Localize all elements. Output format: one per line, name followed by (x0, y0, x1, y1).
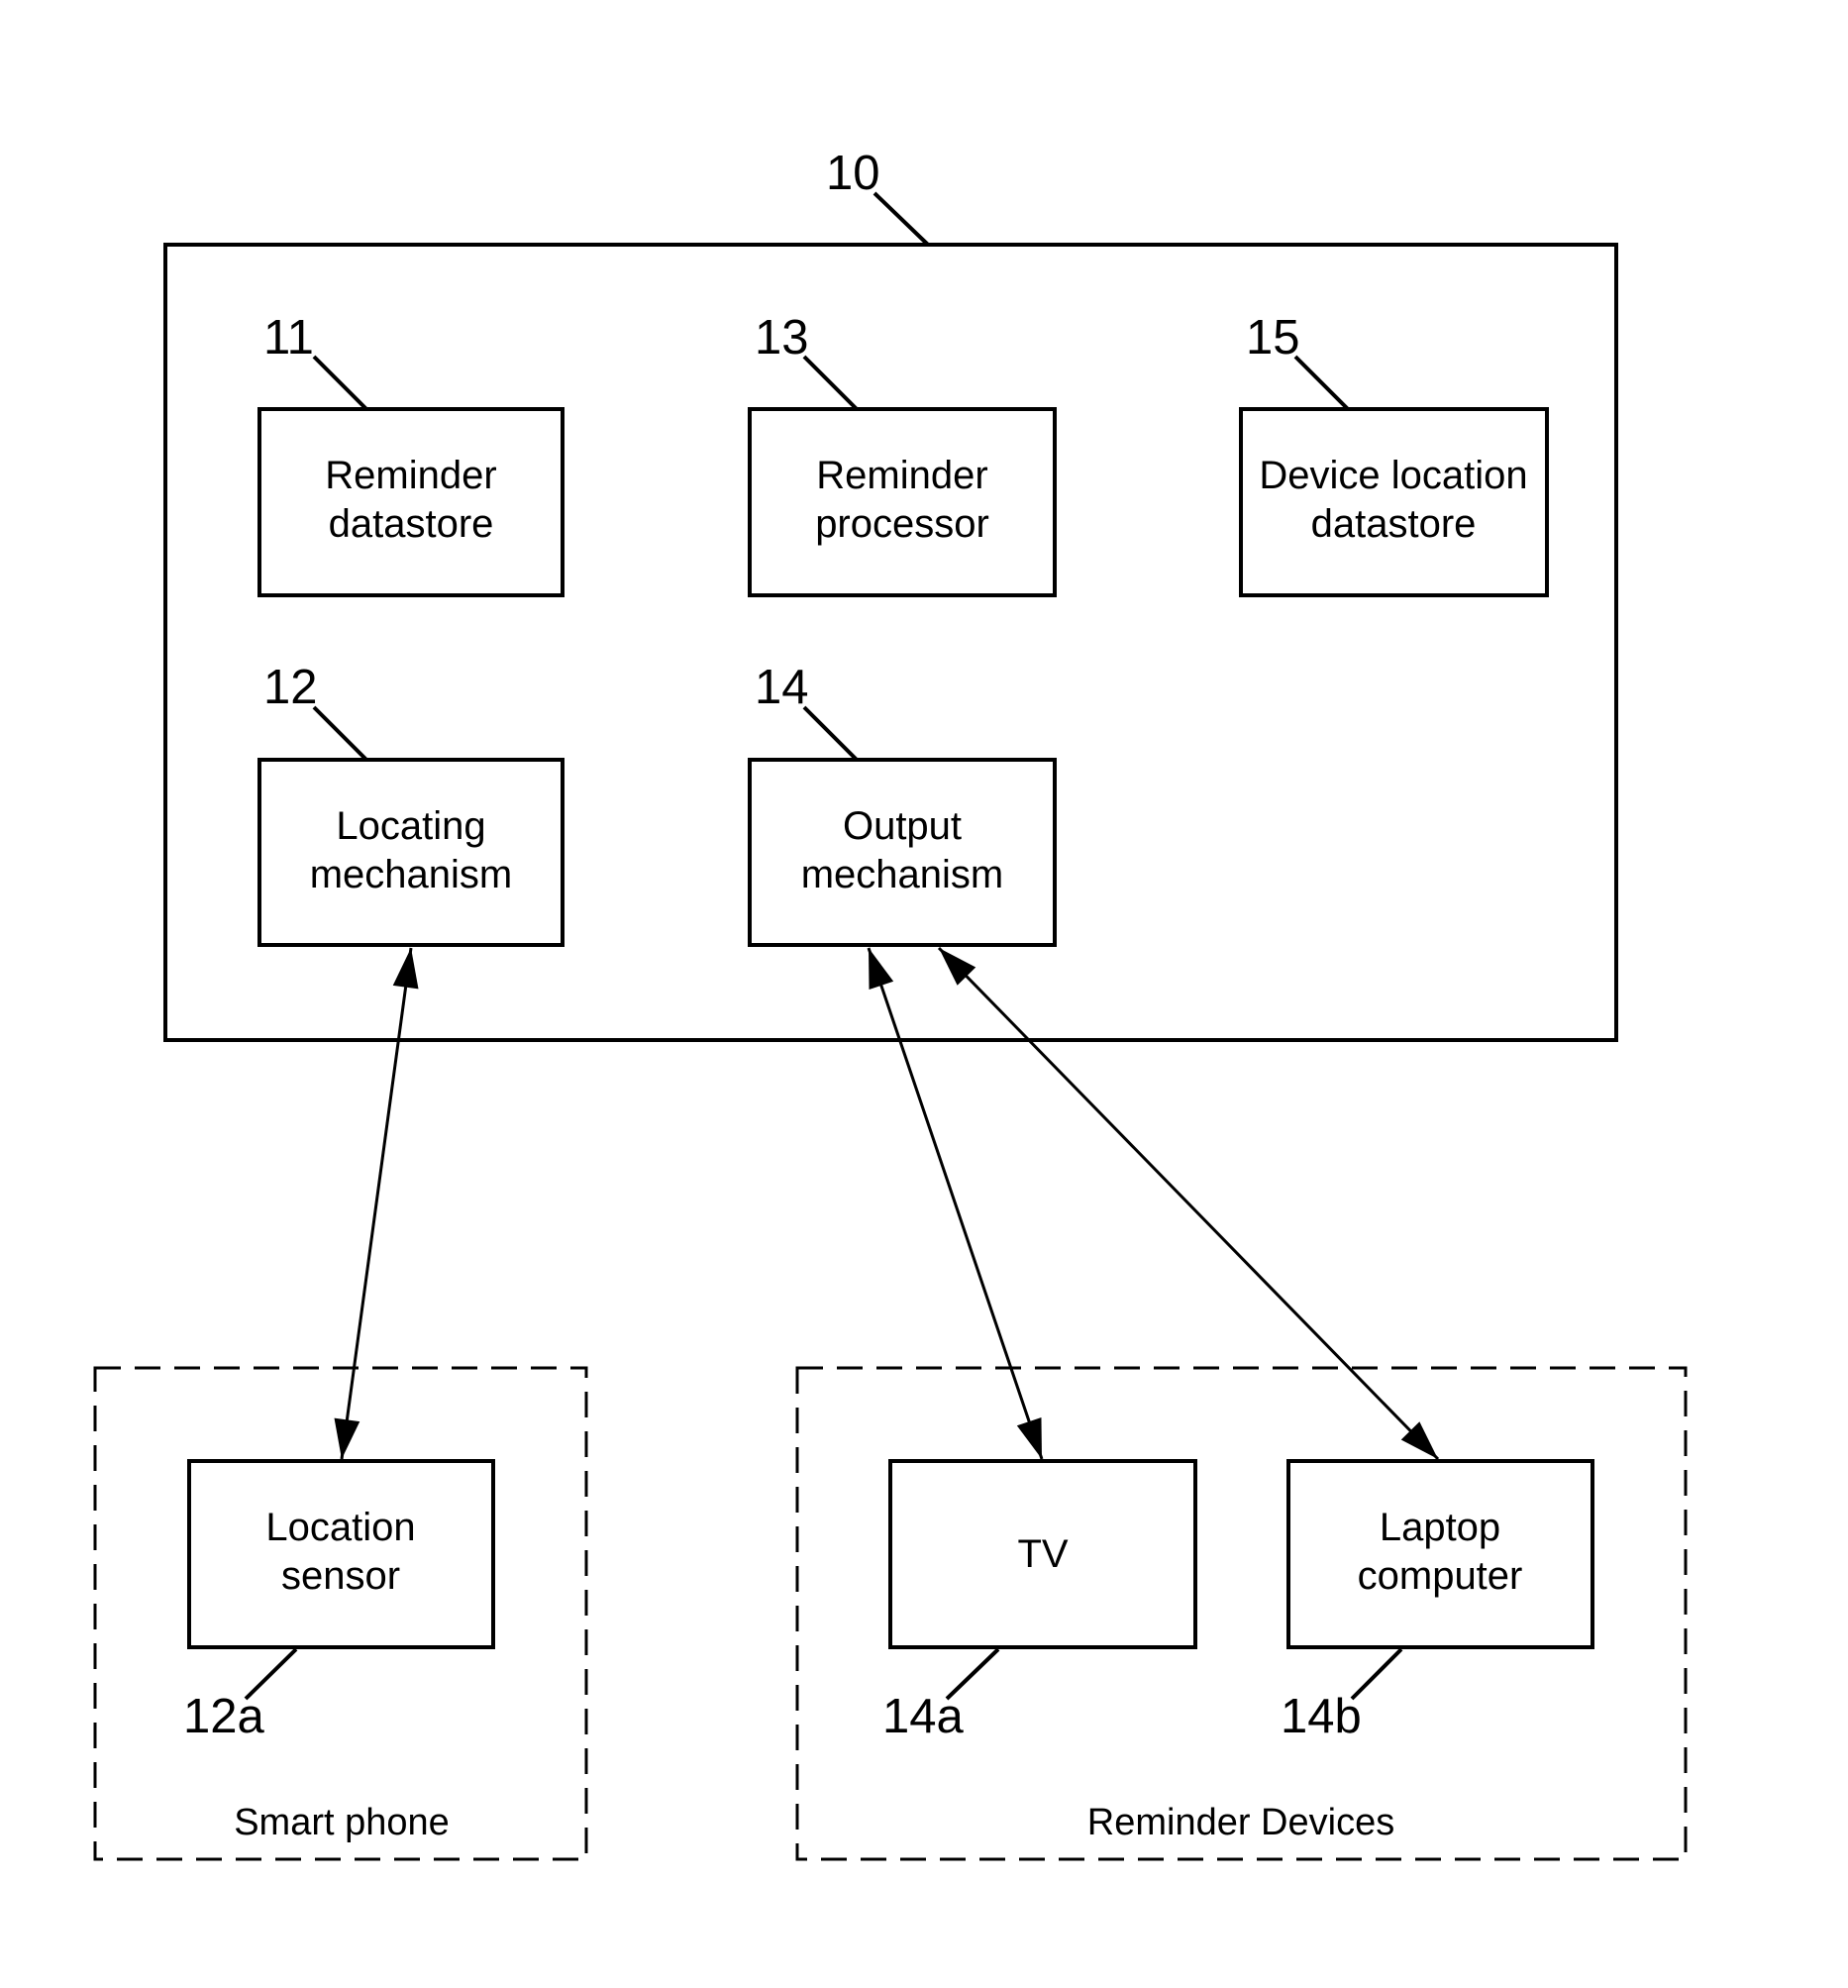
output-mechanism-label-line2: mechanism (801, 853, 1004, 896)
reminder-processor-ref-label: 13 (755, 311, 809, 365)
output-mechanism-label-line1: Output (843, 804, 962, 848)
locating-mechanism-ref-label: 12 (263, 661, 318, 714)
laptop-computer-ref-label: 14b (1281, 1690, 1362, 1743)
device-location-datastore-label-line1: Device location (1259, 454, 1527, 497)
location-sensor-label-line2: sensor (281, 1554, 400, 1598)
tv-ref-label: 14a (882, 1690, 965, 1743)
tv-label: TV (1017, 1532, 1068, 1576)
locating-mechanism-label-line2: mechanism (310, 853, 513, 896)
arrowhead-end-icon (334, 1417, 360, 1459)
locating-mechanism-label-line1: Locating (336, 804, 485, 848)
reminder-processor-label-line1: Reminder (816, 454, 987, 497)
reminder-processor-label-line2: processor (815, 502, 989, 546)
system-ref-leader (873, 191, 930, 247)
reminder-devices-group-label: Reminder Devices (1087, 1802, 1394, 1843)
laptop-computer-label-line2: computer (1358, 1554, 1523, 1598)
reminder-datastore-label-line2: datastore (329, 502, 494, 546)
system-ref-label: 10 (826, 147, 880, 200)
group-reminder-devices: Reminder Devices TV 14a Laptop computer … (795, 1366, 1688, 1861)
smart-phone-group-label: Smart phone (234, 1802, 450, 1843)
reminder-datastore-ref-label: 11 (263, 311, 314, 365)
device-location-datastore-label-line2: datastore (1311, 502, 1477, 546)
device-location-datastore-ref-label: 15 (1246, 311, 1300, 365)
laptop-computer-label-line1: Laptop (1380, 1506, 1500, 1549)
location-sensor-label-line1: Location (265, 1506, 415, 1549)
reminder-datastore-label-line1: Reminder (325, 454, 496, 497)
arrowhead-end-icon (1016, 1416, 1042, 1459)
output-mechanism-ref-label: 14 (755, 661, 809, 714)
location-sensor-ref-label: 12a (183, 1690, 265, 1743)
system-block-diagram: 10 11 Reminder datastore 13 Reminder pro… (93, 147, 1688, 1861)
